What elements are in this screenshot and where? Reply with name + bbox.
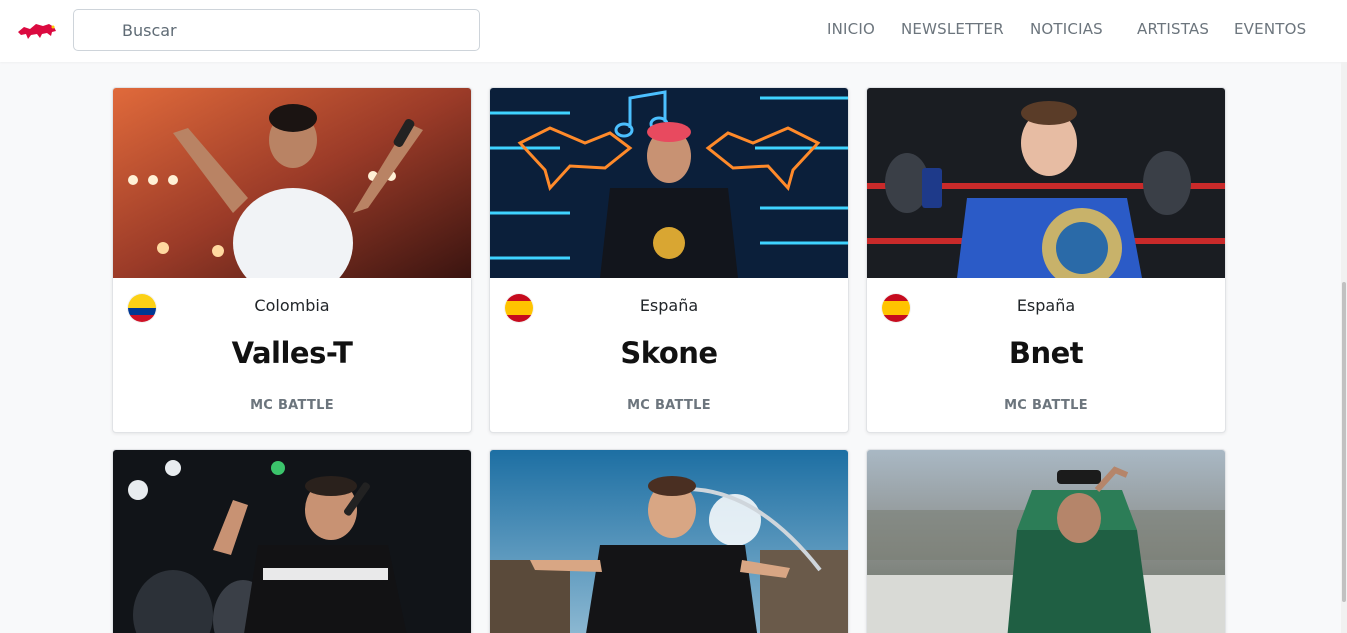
artist-card[interactable]	[489, 449, 849, 633]
scrollbar-thumb[interactable]	[1342, 282, 1346, 602]
artist-photo[interactable]	[113, 88, 471, 278]
artist-name[interactable]: Skone	[490, 336, 848, 370]
artist-name[interactable]: Valles-T	[113, 336, 471, 370]
red-bull-logo-icon[interactable]	[16, 18, 58, 42]
artist-card[interactable]: España Skone MC BATTLE	[489, 87, 849, 433]
artist-category: MC BATTLE	[1004, 398, 1088, 413]
artist-photo[interactable]	[867, 450, 1225, 633]
artist-card[interactable]: España Bnet MC BATTLE	[866, 87, 1226, 433]
artist-country: Colombia	[254, 296, 330, 315]
top-navbar: INICIO NEWSLETTER NOTICIAS ARTISTAS EVEN…	[0, 0, 1347, 62]
artist-category: MC BATTLE	[250, 398, 334, 413]
artist-card[interactable]	[866, 449, 1226, 633]
page-scrollbar[interactable]	[1341, 62, 1347, 633]
nav-newsletter[interactable]: NEWSLETTER	[901, 20, 1004, 38]
artist-country: España	[1016, 296, 1076, 315]
artist-photo[interactable]	[867, 88, 1225, 278]
artist-card[interactable]	[112, 449, 472, 633]
nav-artistas[interactable]: ARTISTAS	[1137, 20, 1209, 38]
search-input[interactable]	[122, 19, 462, 41]
nav-eventos[interactable]: EVENTOS	[1234, 20, 1306, 38]
artist-category: MC BATTLE	[627, 398, 711, 413]
artist-photo[interactable]	[490, 450, 848, 633]
artist-photo[interactable]	[113, 450, 471, 633]
artist-photo[interactable]	[490, 88, 848, 278]
search-box[interactable]	[73, 9, 480, 51]
artist-country: España	[639, 296, 699, 315]
artist-card[interactable]: Colombia Valles-T MC BATTLE	[112, 87, 472, 433]
artist-name[interactable]: Bnet	[867, 336, 1225, 370]
nav-inicio[interactable]: INICIO	[827, 20, 875, 38]
nav-noticias[interactable]: NOTICIAS	[1030, 20, 1103, 38]
